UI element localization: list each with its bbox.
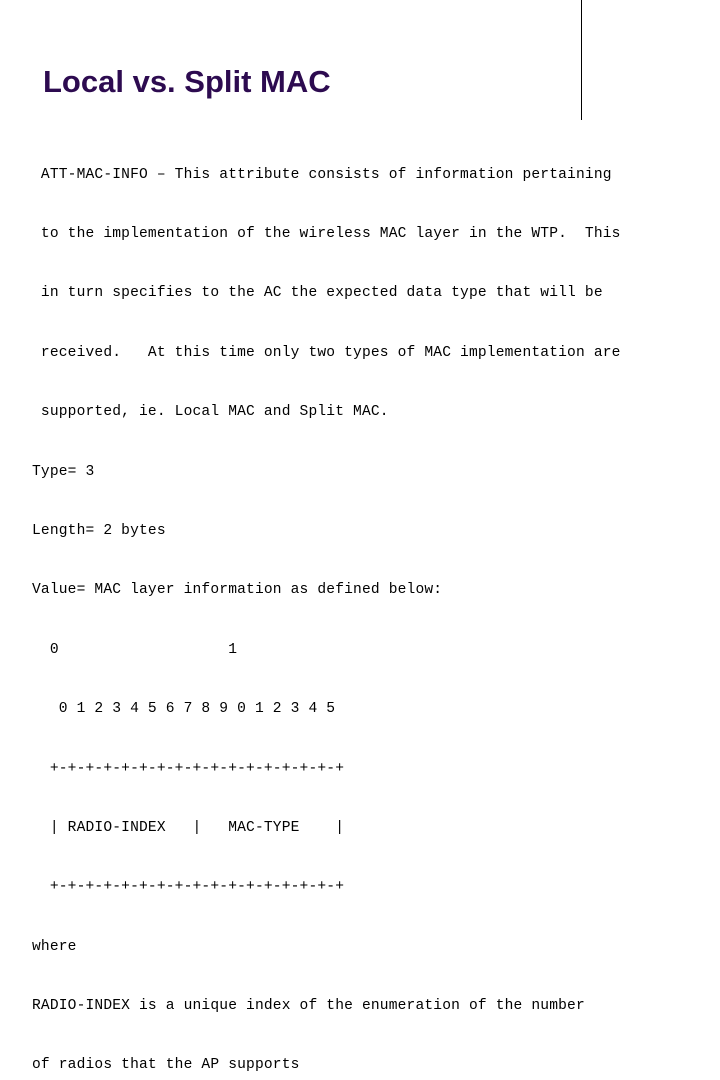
body-line: to the implementation of the wireless MA… [32,225,621,242]
body-line: Value= MAC layer information as defined … [32,582,443,599]
body-line: received. At this time only two types of… [32,344,621,361]
body-line: in turn specifies to the AC the expected… [32,285,603,302]
body-line: Type= 3 [32,463,95,480]
body-line: +-+-+-+-+-+-+-+-+-+-+-+-+-+-+-+-+ [32,879,345,896]
body-line: +-+-+-+-+-+-+-+-+-+-+-+-+-+-+-+-+ [32,760,345,777]
body-line: | RADIO-INDEX | MAC-TYPE | [32,819,345,836]
body-line: where [32,938,77,955]
slide-title: Local vs. Split MAC [43,64,331,99]
body-line: 0 1 2 3 4 5 6 7 8 9 0 1 2 3 4 5 [32,701,336,718]
body-line: 0 1 [32,641,238,658]
slide-body-text: ATT-MAC-INFO – This attribute consists o… [32,126,704,1080]
body-line: RADIO-INDEX is a unique index of the enu… [32,998,585,1015]
body-line: Length= 2 bytes [32,522,166,539]
body-line: supported, ie. Local MAC and Split MAC. [32,404,389,421]
body-line: of radios that the AP supports [32,1057,300,1074]
body-line: ATT-MAC-INFO – This attribute consists o… [32,166,612,183]
ietf-logo-region: I E T F [581,0,720,120]
